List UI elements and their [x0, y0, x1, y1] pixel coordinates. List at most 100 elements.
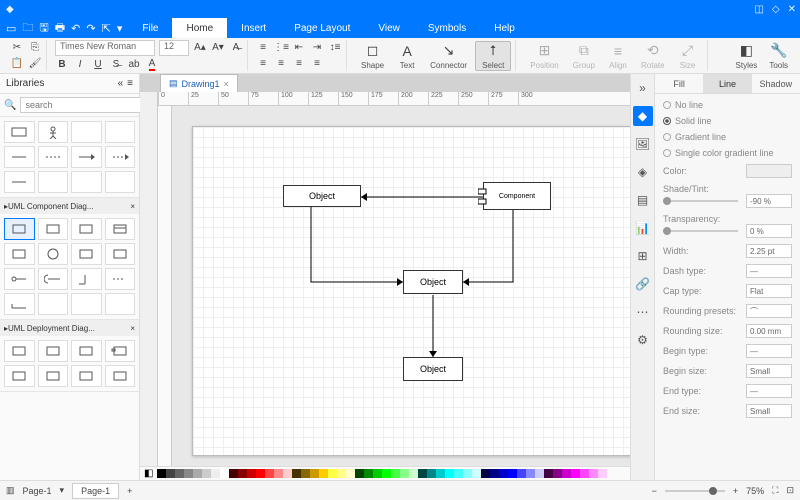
font-size-select[interactable]: 12 [159, 40, 189, 56]
color-swatch[interactable] [283, 469, 292, 478]
size-tool[interactable]: ⤢Size [673, 42, 703, 70]
end-size-select[interactable]: Small [746, 404, 792, 418]
color-swatch[interactable] [328, 469, 337, 478]
collapse-libraries-icon[interactable]: « [118, 78, 124, 89]
uml-comp-shape-16[interactable] [105, 293, 136, 315]
shade-slider[interactable] [663, 200, 738, 202]
menu-home[interactable]: Home [172, 18, 227, 38]
shape-empty-1[interactable] [71, 121, 102, 143]
highlight-icon[interactable]: ab [127, 58, 141, 72]
color-swatch[interactable] [337, 469, 346, 478]
uml-comp-shape-13[interactable] [4, 293, 35, 315]
uml-component-header[interactable]: ▸UML Component Diag...× [0, 198, 139, 214]
color-swatch[interactable] [472, 469, 481, 478]
menu-file[interactable]: File [128, 18, 172, 38]
transparency-value[interactable]: 0 % [746, 224, 792, 238]
color-swatch[interactable] [535, 469, 544, 478]
color-swatch[interactable] [247, 469, 256, 478]
width-value[interactable]: 2.25 pt [746, 244, 792, 258]
diagram-component[interactable]: Component [483, 182, 551, 210]
menu-view[interactable]: View [364, 18, 414, 38]
color-swatch[interactable] [346, 469, 355, 478]
copy-icon[interactable]: ⎘ [28, 41, 42, 55]
uml-comp-shape-8[interactable] [105, 243, 136, 265]
align-tool[interactable]: ≡Align [603, 42, 633, 70]
color-swatch[interactable] [589, 469, 598, 478]
font-name-select[interactable]: Times New Roman [55, 40, 155, 56]
color-swatch[interactable] [418, 469, 427, 478]
underline-icon[interactable]: U [91, 58, 105, 72]
close-section-icon[interactable]: × [130, 202, 135, 211]
align-center-icon[interactable]: ≡ [274, 57, 288, 71]
expand-panel-icon[interactable]: » [633, 78, 653, 98]
uml-comp-shape-15[interactable] [71, 293, 102, 315]
italic-icon[interactable]: I [73, 58, 87, 72]
uml-comp-shape-14[interactable] [38, 293, 69, 315]
tab-line[interactable]: Line [703, 74, 751, 93]
opt-solid-line[interactable]: Solid line [663, 116, 792, 126]
uml-dep-shape-8[interactable] [105, 365, 136, 387]
color-swatch[interactable] [265, 469, 274, 478]
uml-deployment-header[interactable]: ▸UML Deployment Diag...× [0, 320, 139, 336]
uml-dep-shape-5[interactable] [4, 365, 35, 387]
uml-dep-shape-4[interactable] [105, 340, 136, 362]
tab-fill[interactable]: Fill [655, 74, 703, 93]
more-icon[interactable]: ▾ [117, 22, 123, 35]
shape-dash[interactable] [38, 146, 69, 168]
print-icon[interactable]: 🖶 [55, 19, 65, 38]
color-swatch[interactable] [571, 469, 580, 478]
shrink-font-icon[interactable]: A▾ [211, 41, 225, 55]
uml-comp-shape-12[interactable] [105, 268, 136, 290]
color-swatch[interactable] [454, 469, 463, 478]
document-tab[interactable]: ▤ Drawing1 × [160, 74, 238, 92]
opt-no-line[interactable]: No line [663, 100, 792, 110]
color-swatch[interactable] [175, 469, 184, 478]
format-image-icon[interactable]: 🖼 [633, 134, 653, 154]
color-swatch[interactable] [481, 469, 490, 478]
format-table-icon[interactable]: ⊞ [633, 246, 653, 266]
color-swatch[interactable] [355, 469, 364, 478]
clear-format-icon[interactable]: A̶ [229, 41, 243, 55]
color-swatch[interactable] [746, 164, 792, 178]
color-swatch[interactable] [319, 469, 328, 478]
color-swatch[interactable] [499, 469, 508, 478]
color-swatch[interactable] [562, 469, 571, 478]
shape-arrow[interactable] [71, 146, 102, 168]
color-swatch[interactable] [580, 469, 589, 478]
color-swatch[interactable] [238, 469, 247, 478]
menu-page-layout[interactable]: Page Layout [280, 18, 364, 38]
uml-comp-shape-11[interactable] [71, 268, 102, 290]
color-swatch[interactable] [598, 469, 607, 478]
color-swatch[interactable] [184, 469, 193, 478]
dash-select[interactable]: — [746, 264, 792, 278]
canvas[interactable]: Object Component Object Object [172, 106, 630, 466]
redo-icon[interactable]: ↷ [86, 22, 95, 35]
uml-dep-shape-7[interactable] [71, 365, 102, 387]
uml-comp-shape-4[interactable] [105, 218, 136, 240]
help-icon[interactable]: ◫ [754, 4, 763, 15]
color-swatch[interactable] [292, 469, 301, 478]
justify-icon[interactable]: ≡ [310, 57, 324, 71]
color-swatch[interactable] [544, 469, 553, 478]
color-swatch[interactable] [157, 469, 166, 478]
uml-dep-shape-2[interactable] [38, 340, 69, 362]
color-swatch[interactable] [301, 469, 310, 478]
uml-comp-shape-2[interactable] [38, 218, 69, 240]
uml-dep-shape-3[interactable] [71, 340, 102, 362]
cap-select[interactable]: Flat [746, 284, 792, 298]
diagram-object-3[interactable]: Object [403, 357, 463, 381]
color-swatch[interactable] [220, 469, 229, 478]
rotate-tool[interactable]: ⟲Rotate [635, 42, 671, 70]
color-swatch[interactable] [211, 469, 220, 478]
add-page-icon[interactable]: + [127, 486, 132, 496]
uml-comp-shape-10[interactable] [38, 268, 69, 290]
shape-tool[interactable]: ◻Shape [355, 42, 390, 70]
bullets-icon[interactable]: ≡ [256, 41, 270, 55]
line-spacing-icon[interactable]: ↕≡ [328, 41, 342, 55]
select-tool[interactable]: ⭡Select [475, 41, 511, 71]
format-painter-icon[interactable]: 🖌 [28, 57, 42, 71]
color-swatch[interactable] [310, 469, 319, 478]
paste-icon[interactable]: 📋 [10, 57, 24, 71]
text-tool[interactable]: AText [392, 42, 422, 70]
uml-comp-shape-5[interactable] [4, 243, 35, 265]
